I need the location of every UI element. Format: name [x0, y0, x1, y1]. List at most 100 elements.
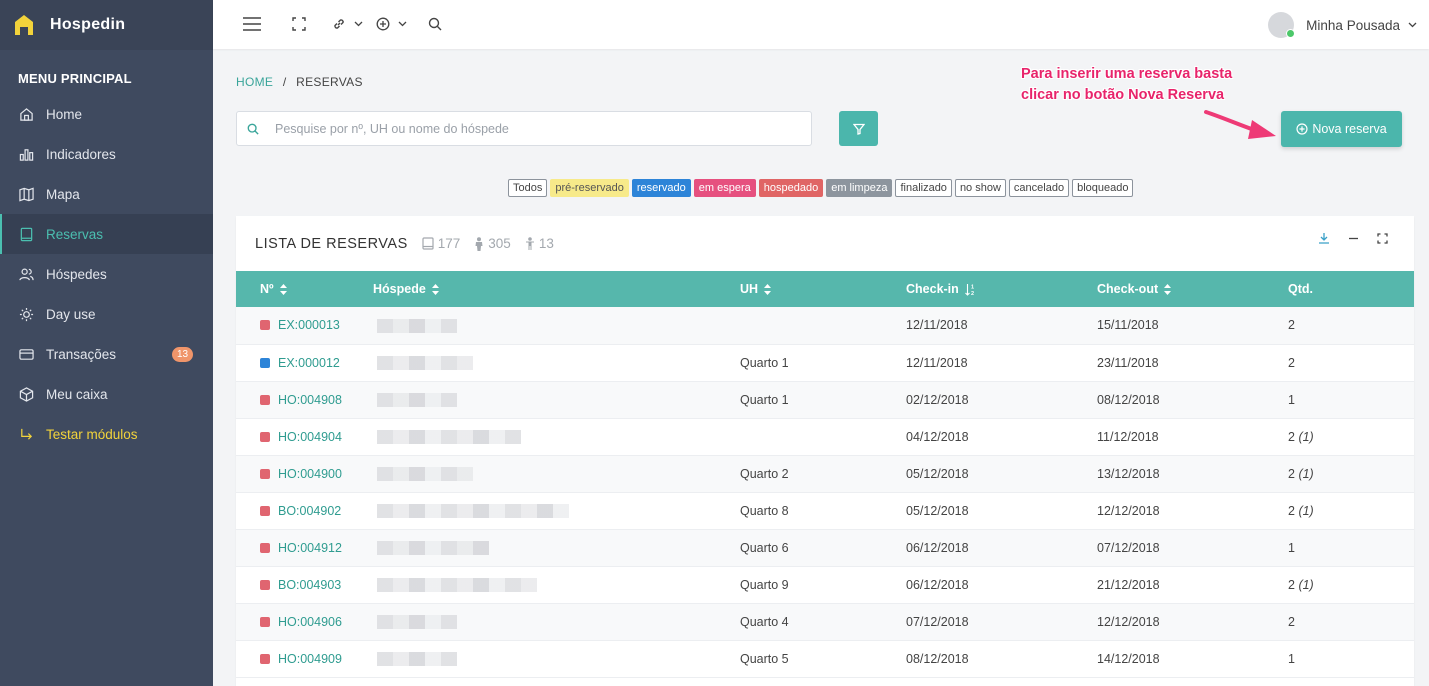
sidebar-item-mapa[interactable]: Mapa [0, 174, 213, 214]
brand[interactable]: Hospedin [0, 0, 213, 50]
card-tools [1318, 232, 1388, 244]
table-row[interactable]: HO:004906 Quarto 4 07/12/2018 12/12/2018… [236, 603, 1414, 640]
sidebar-item-transacoes[interactable]: Transações 13 [0, 334, 213, 374]
corner-arrow-icon [18, 426, 34, 442]
reservation-link[interactable]: BO:004903 [278, 578, 341, 592]
table-row[interactable]: BO:004903 Quarto 9 06/12/2018 21/12/2018… [236, 566, 1414, 603]
qty-cell: 2 [1288, 344, 1414, 381]
sidebar-item-indicadores[interactable]: Indicadores [0, 134, 213, 174]
book-icon [18, 226, 34, 242]
table-row[interactable]: HO:004912 Quarto 6 06/12/2018 07/12/2018… [236, 529, 1414, 566]
column-label: Check-in [906, 281, 959, 296]
status-dot [260, 579, 270, 590]
table-header-row: Nº Hóspede UH Check-in 1 2 Check-out Qtd. [236, 271, 1414, 307]
sidebar-item-home[interactable]: Home [0, 94, 213, 134]
fullscreen-icon[interactable] [292, 14, 306, 34]
card-title: LISTA DE RESERVAS [255, 235, 408, 252]
status-chip-hospedado[interactable]: hospedado [758, 179, 824, 197]
reservation-link[interactable]: HO:004912 [278, 541, 342, 555]
breadcrumb-home-link[interactable]: HOME [236, 75, 273, 89]
chevron-down-icon [398, 21, 407, 27]
children-count-value: 13 [538, 236, 554, 251]
column-header-uh[interactable]: UH [740, 271, 906, 307]
qty-value: 1 [1288, 651, 1295, 666]
chevron-down-icon [1408, 22, 1417, 28]
guest-name-redacted [377, 429, 521, 444]
reservation-link[interactable]: HO:004909 [278, 652, 342, 666]
reservation-link[interactable]: HO:004904 [278, 430, 342, 444]
column-header-guest[interactable]: Hóspede [373, 271, 740, 307]
guest-name-redacted [377, 355, 473, 370]
reservation-link[interactable]: HO:004906 [278, 615, 342, 629]
column-header-checkin[interactable]: Check-in 1 2 [906, 271, 1097, 307]
users-icon [18, 266, 34, 282]
qty-value: 2 [1288, 429, 1295, 444]
download-icon[interactable] [1318, 232, 1330, 244]
checkout-cell: 13/12/2018 [1097, 466, 1160, 481]
column-header-number[interactable]: Nº [236, 271, 373, 307]
reservations-table: Nº Hóspede UH Check-in 1 2 Check-out Qtd. … [236, 271, 1414, 678]
breadcrumb-current: RESERVAS [296, 75, 363, 89]
search-icon[interactable] [428, 14, 442, 34]
checkin-cell: 07/12/2018 [906, 614, 969, 629]
add-menu-button[interactable] [376, 14, 407, 34]
minimize-icon[interactable] [1348, 233, 1359, 244]
link-menu-button[interactable] [332, 14, 363, 34]
search-icon [247, 123, 259, 135]
status-chip-finalizado[interactable]: finalizado [895, 179, 952, 197]
svg-text:1: 1 [971, 285, 974, 291]
qty-value: 1 [1288, 392, 1295, 407]
new-reservation-button[interactable]: Nova reserva [1281, 111, 1402, 147]
sidebar-item-label: Home [46, 106, 83, 122]
filter-button[interactable] [839, 111, 878, 146]
sidebar-item-hospedes[interactable]: Hóspedes [0, 254, 213, 294]
sidebar-item-testar-modulos[interactable]: Testar módulos [0, 414, 213, 454]
status-chip-reservado[interactable]: reservado [631, 179, 691, 197]
reservation-link[interactable]: EX:000013 [278, 318, 340, 332]
column-header-checkout[interactable]: Check-out [1097, 271, 1288, 307]
table-row[interactable]: HO:004908 Quarto 1 02/12/2018 08/12/2018… [236, 381, 1414, 418]
qty-value: 2 [1288, 503, 1295, 518]
sidebar-item-reservas[interactable]: Reservas [0, 214, 213, 254]
reservation-link[interactable]: HO:004908 [278, 393, 342, 407]
qty-value: 2 [1288, 614, 1295, 629]
uh-cell: Quarto 6 [740, 540, 789, 555]
table-row[interactable]: BO:004902 Quarto 8 05/12/2018 12/12/2018… [236, 492, 1414, 529]
search-input[interactable] [275, 112, 811, 145]
user-menu[interactable]: Minha Pousada [1268, 12, 1417, 38]
table-row[interactable]: EX:000013 12/11/2018 15/11/2018 2 [236, 307, 1414, 344]
sidebar-item-label: Meu caixa [46, 386, 108, 402]
qty-cell: 2 (1) [1288, 455, 1414, 492]
sidebar-item-day-use[interactable]: Day use [0, 294, 213, 334]
status-chip-pre-reservado[interactable]: pré-reservado [550, 179, 629, 197]
expand-icon[interactable] [1377, 232, 1388, 244]
sort-icon [279, 284, 287, 296]
status-chip-em-espera[interactable]: em espera [693, 179, 756, 197]
breadcrumb: HOME / RESERVAS [236, 75, 363, 89]
reservation-link[interactable]: EX:000012 [278, 356, 340, 370]
breadcrumb-separator: / [282, 75, 287, 89]
status-chip-no-show[interactable]: no show [954, 179, 1006, 197]
home-icon [18, 106, 34, 122]
uh-cell: Quarto 1 [740, 355, 789, 370]
status-chip-todos[interactable]: Todos [508, 179, 548, 197]
checkout-cell: 15/11/2018 [1097, 318, 1159, 333]
guest-name-redacted [377, 392, 457, 407]
table-row[interactable]: HO:004909 Quarto 5 08/12/2018 14/12/2018… [236, 640, 1414, 677]
reservation-link[interactable]: BO:004902 [278, 504, 341, 518]
table-row[interactable]: EX:000012 Quarto 1 12/11/2018 23/11/2018… [236, 344, 1414, 381]
checkout-cell: 12/12/2018 [1097, 503, 1160, 518]
status-chip-cancelado[interactable]: cancelado [1008, 179, 1070, 197]
checkin-cell: 05/12/2018 [906, 503, 969, 518]
table-row[interactable]: HO:004904 04/12/2018 11/12/2018 2 (1) [236, 418, 1414, 455]
status-chip-bloqueado[interactable]: bloqueado [1072, 179, 1134, 197]
reservation-link[interactable]: HO:004900 [278, 467, 342, 481]
qty-children: (1) [1298, 577, 1314, 592]
adults-count-value: 305 [488, 236, 511, 251]
hamburger-menu-icon[interactable] [243, 14, 261, 34]
sidebar-item-meu-caixa[interactable]: Meu caixa [0, 374, 213, 414]
status-chip-em-limpeza[interactable]: em limpeza [826, 179, 893, 197]
map-icon [18, 186, 34, 202]
new-reservation-label: Nova reserva [1312, 122, 1387, 136]
table-row[interactable]: HO:004900 Quarto 2 05/12/2018 13/12/2018… [236, 455, 1414, 492]
